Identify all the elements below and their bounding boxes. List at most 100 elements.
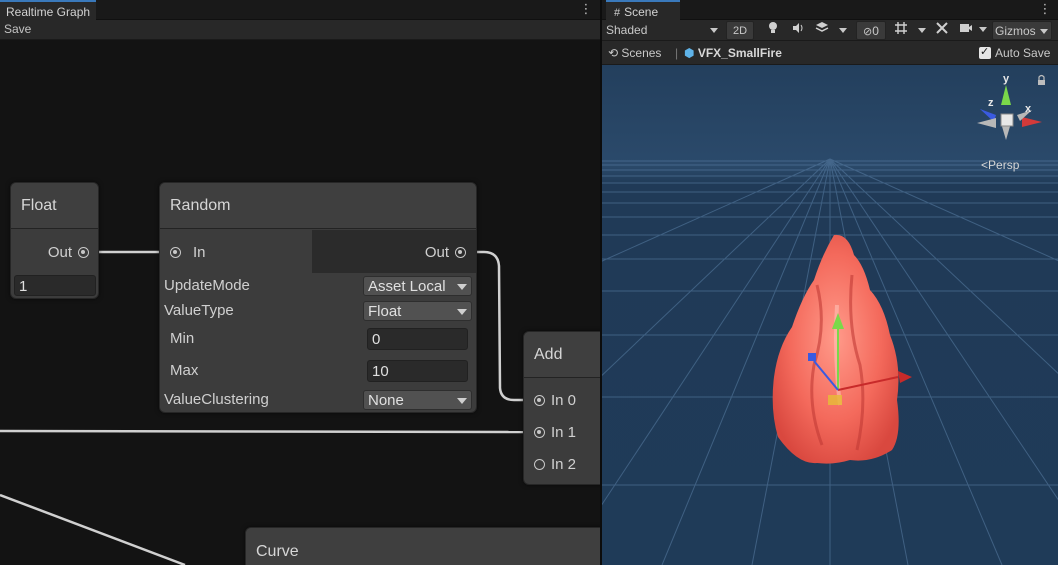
lightbulb-icon — [769, 22, 777, 33]
grid-dropdown[interactable] — [892, 21, 928, 40]
scene-tab-label: Scene — [624, 5, 659, 19]
lighting-toggle[interactable] — [765, 21, 781, 40]
value-type-label: ValueType — [164, 302, 234, 319]
curve-node[interactable]: Curve — [245, 527, 600, 565]
chevron-down-icon — [838, 28, 847, 33]
scene-panel: # Scene ⋮ Shaded 2D ⊘0 Gizmos ⟲ Scenes |… — [602, 0, 1058, 565]
chevron-down-icon — [917, 28, 926, 33]
add-in0-port-row[interactable]: In 0 — [534, 391, 576, 411]
value-clustering-dropdown[interactable]: None — [363, 390, 472, 410]
chevron-left-icon: < — [981, 158, 989, 172]
speaker-icon — [793, 23, 803, 33]
scene-menu-kebab-icon[interactable]: ⋮ — [1038, 2, 1052, 18]
axis-label-x: x — [1025, 103, 1032, 115]
float-out-port-icon[interactable] — [78, 247, 89, 258]
gizmos-label: Gizmos — [995, 24, 1036, 38]
projection-label: Persp — [988, 158, 1020, 172]
axis-label-z: z — [988, 97, 994, 109]
random-in-label: In — [193, 244, 206, 261]
update-mode-label: UpdateMode — [164, 277, 250, 294]
add-in1-label: In 1 — [551, 424, 577, 441]
scene-grid-icon: # — [614, 7, 621, 19]
chevron-down-icon — [457, 398, 467, 404]
eye-slash-icon: ⊘ — [863, 26, 873, 38]
random-out-port-icon[interactable] — [455, 247, 466, 258]
scene-viewport[interactable]: y z x <Persp — [602, 65, 1058, 565]
tools-icon — [936, 22, 948, 34]
projection-toggle[interactable]: <Persp — [981, 158, 1019, 172]
update-mode-value: Asset Local — [368, 278, 446, 295]
cube-icon: ⬢ — [684, 46, 695, 60]
float-value-field[interactable]: 1 — [14, 275, 96, 296]
add-node-title: Add — [524, 332, 600, 378]
random-in-port-row[interactable]: In — [170, 243, 206, 263]
add-in0-port-icon[interactable] — [534, 395, 545, 406]
float-node[interactable]: Float Out 1 — [10, 182, 99, 299]
breadcrumb-asset-label: VFX_SmallFire — [697, 46, 782, 60]
scene-render: y z x — [602, 65, 1058, 565]
auto-save-label: Auto Save — [995, 46, 1051, 60]
tab-realtime-graph[interactable]: Realtime Graph — [0, 0, 97, 20]
auto-save-toggle[interactable]: Auto Save — [979, 44, 1051, 61]
add-in2-port-icon[interactable] — [534, 459, 545, 470]
add-in1-port-icon[interactable] — [534, 427, 545, 438]
hidden-objects-toggle[interactable]: ⊘0 — [856, 21, 886, 40]
axis-label-y: y — [1003, 73, 1010, 85]
scene-toolbar: Shaded 2D ⊘0 Gizmos — [602, 20, 1058, 41]
min-field[interactable]: 0 — [367, 328, 468, 350]
gizmos-dropdown[interactable]: Gizmos — [992, 21, 1052, 40]
layers-icon — [815, 22, 829, 32]
edge-to-curve — [0, 493, 186, 565]
realtime-graph-panel: Realtime Graph ⋮ Save Float Out 1 Random… — [0, 0, 600, 565]
random-out-port-row[interactable]: Out — [425, 243, 466, 263]
random-in-port-icon[interactable] — [170, 247, 181, 258]
scene-tab-bar: # Scene ⋮ — [602, 0, 1058, 20]
add-in2-port-row[interactable]: In 2 — [534, 455, 576, 475]
tools-toggle[interactable] — [934, 21, 950, 40]
add-node[interactable]: Add In 0 In 1 In 2 — [523, 331, 600, 485]
shading-mode-dropdown[interactable]: Shaded — [604, 21, 720, 40]
edge-to-add-in1 — [0, 429, 540, 434]
curve-node-title: Curve — [246, 528, 600, 565]
max-field[interactable]: 10 — [367, 360, 468, 382]
breadcrumb-separator: | — [675, 46, 679, 60]
graph-tab-bar: Realtime Graph ⋮ — [0, 0, 600, 20]
value-clustering-value: None — [368, 392, 404, 409]
chevron-down-icon — [710, 28, 718, 33]
add-in2-label: In 2 — [551, 456, 577, 473]
add-in1-port-row[interactable]: In 1 — [534, 423, 576, 443]
camera-dropdown[interactable] — [958, 21, 988, 40]
lock-icon — [1038, 80, 1045, 85]
camera-icon — [960, 24, 973, 32]
effects-dropdown[interactable] — [814, 21, 848, 40]
grid-icon — [895, 22, 908, 34]
random-node-title: Random — [160, 183, 476, 229]
random-node[interactable]: Random In Out UpdateMode Asset Local Val… — [159, 182, 477, 413]
auto-save-checkbox[interactable] — [979, 44, 991, 60]
float-node-title: Float — [11, 183, 98, 229]
max-label: Max — [170, 362, 199, 379]
chevron-down-icon — [457, 284, 467, 290]
back-arrow-icon: ⟲ — [608, 46, 619, 60]
breadcrumb-scenes[interactable]: ⟲ Scenes — [608, 45, 661, 61]
breadcrumb-asset[interactable]: ⬢ VFX_SmallFire — [684, 45, 782, 61]
float-out-port-row[interactable]: Out — [48, 243, 89, 263]
save-button[interactable]: Save — [0, 20, 35, 39]
breadcrumb: ⟲ Scenes | ⬢ VFX_SmallFire Auto Save — [602, 41, 1058, 65]
chevron-down-icon — [978, 27, 987, 32]
graph-toolbar: Save — [0, 20, 600, 40]
float-out-label: Out — [47, 244, 72, 261]
random-out-label: Out — [424, 244, 449, 261]
toggle-2d-button[interactable]: 2D — [726, 21, 754, 40]
chevron-down-icon — [1040, 29, 1048, 34]
value-type-value: Float — [368, 303, 402, 320]
min-label: Min — [170, 330, 195, 347]
graph-menu-kebab-icon[interactable]: ⋮ — [579, 2, 593, 18]
tab-scene[interactable]: # Scene — [606, 0, 680, 20]
breadcrumb-scenes-label: Scenes — [621, 46, 662, 60]
audio-toggle[interactable] — [790, 21, 806, 40]
value-type-dropdown[interactable]: Float — [363, 301, 472, 321]
add-in0-label: In 0 — [551, 392, 577, 409]
update-mode-dropdown[interactable]: Asset Local — [363, 276, 472, 296]
hidden-count: 0 — [872, 24, 879, 38]
